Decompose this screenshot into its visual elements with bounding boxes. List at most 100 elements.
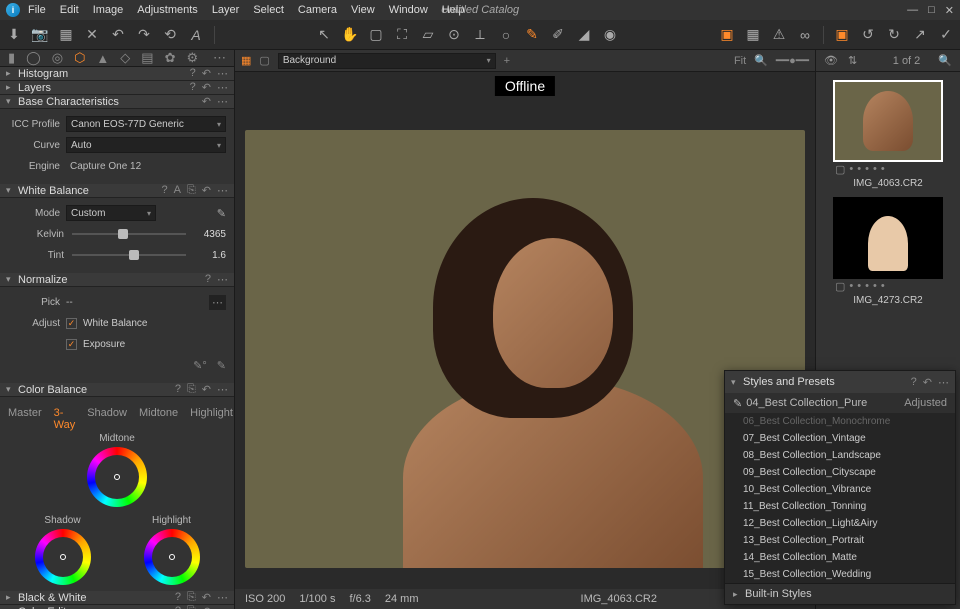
focus-mask-icon[interactable]: ∞ [797,27,813,43]
picker-save-icon[interactable]: ✎° [193,359,207,372]
reset-icon[interactable]: ↶ [202,81,211,94]
help-icon[interactable]: ? [190,67,196,80]
style-item[interactable]: 09_Best Collection_Cityscape [725,464,955,481]
curve-select[interactable]: Auto▾ [66,137,226,153]
applied-style-row[interactable]: ✎ 04_Best Collection_Pure Adjusted [725,393,955,413]
tab-color-icon[interactable]: ⬡ [74,50,85,66]
more-icon[interactable]: ⋯ [217,184,228,197]
panel-wb-header[interactable]: ▾ White Balance ?A⎘↶⋯ [0,184,234,198]
style-item[interactable]: 11_Best Collection_Tonning [725,498,955,515]
tab-exposure-icon[interactable]: ▲ [96,51,109,66]
warning-icon[interactable]: ⚠ [771,27,787,43]
cb-tab-highlight[interactable]: Highlight [190,407,233,431]
style-item[interactable]: 08_Best Collection_Landscape [725,447,955,464]
cb-tab-midtone[interactable]: Midtone [139,407,178,431]
wb-mode-select[interactable]: Custom▾ [66,205,156,221]
menu-layer[interactable]: Layer [212,4,240,16]
cb-tab-master[interactable]: Master [8,407,42,431]
help-icon[interactable]: ? [175,605,181,609]
cb-tab-3way[interactable]: 3-Way [54,407,76,431]
sort-icon[interactable]: ⇅ [848,54,857,67]
zoom-icon[interactable]: 🔍 [754,54,768,67]
more-icon[interactable]: ⋯ [217,81,228,94]
maximize-button[interactable]: □ [928,4,935,17]
zoom-slider[interactable]: ━━●━━ [776,54,809,67]
rotate-right-icon[interactable]: ↻ [886,27,902,43]
menu-window[interactable]: Window [389,4,428,16]
more-icon[interactable]: ⋯ [217,95,228,108]
reset-icon[interactable]: ↶ [202,67,211,80]
help-icon[interactable]: ? [205,273,211,286]
thumb-image[interactable] [833,80,943,162]
tab-output-icon[interactable]: ⚙ [187,50,199,66]
thumb-item[interactable]: ▢••••• IMG_4273.CR2 [833,197,943,306]
search-icon[interactable]: 🔍 [938,54,952,67]
panel-colorbalance-header[interactable]: ▾ Color Balance ?⎘↶⋯ [0,383,234,397]
single-view-icon[interactable]: ▢ [259,54,269,67]
import-icon[interactable]: ⬇ [6,27,22,43]
styles-list[interactable]: 06_Best Collection_Monochrome 07_Best Co… [725,413,955,583]
panel-histogram-header[interactable]: ▸ Histogram ?↶⋯ [0,67,234,81]
more-icon[interactable]: ⋯ [217,67,228,80]
menu-view[interactable]: View [351,4,375,16]
reset-icon[interactable]: ↶ [923,376,932,389]
style-item[interactable]: 10_Best Collection_Vibrance [725,481,955,498]
wb-checkbox[interactable]: ✓ [66,318,77,329]
more-icon[interactable]: ⋯ [217,591,228,604]
more-icon[interactable]: ⋯ [938,376,949,389]
icc-profile-select[interactable]: Canon EOS-77D Generic▾ [66,116,226,132]
tab-adjust-icon[interactable]: ▤ [141,50,153,66]
process-icon[interactable]: ✓ [938,27,954,43]
eraser-tool-icon[interactable]: ✐ [550,27,566,43]
tab-metadata-icon[interactable]: ✿ [165,50,176,66]
keystone-tool-icon[interactable]: ▱ [420,27,436,43]
reset-icon[interactable]: ↶ [202,383,211,396]
menu-image[interactable]: Image [93,4,124,16]
shape-tool-icon[interactable]: ▢ [368,27,384,43]
brush-tool-icon[interactable]: ✎ [524,27,540,43]
layer-dropdown[interactable]: Background▾ [278,53,496,69]
thumb-image[interactable] [833,197,943,279]
styles-panel-header[interactable]: ▾ Styles and Presets ?↶⋯ [725,371,955,393]
reset-icon[interactable]: ↶ [202,591,211,604]
viewer-layout-icon[interactable]: ▣ [834,27,850,43]
capture-icon[interactable]: 📷 [32,27,48,43]
minimize-button[interactable]: — [907,4,918,17]
help-icon[interactable]: ? [175,591,181,604]
more-icon[interactable]: ⋯ [217,605,228,609]
panel-bw-header[interactable]: ▸ Black & White ?⎘↶⋯ [0,591,234,605]
copy-icon[interactable]: ⎘ [187,591,196,604]
tint-slider[interactable] [72,248,186,262]
more-icon[interactable]: ⋯ [217,273,228,286]
style-item[interactable]: 12_Best Collection_Light&Airy [725,515,955,532]
add-layer-icon[interactable]: + [504,55,510,67]
kelvin-slider[interactable] [72,227,186,241]
grid-view-icon[interactable]: ▦ [241,54,251,67]
radial-tool-icon[interactable]: ◉ [602,27,618,43]
menu-file[interactable]: File [28,4,46,16]
copy-icon[interactable]: ⎘ [187,383,196,396]
panel-normalize-header[interactable]: ▾ Normalize ?⋯ [0,273,234,287]
style-item[interactable]: 13_Best Collection_Portrait [725,532,955,549]
help-icon[interactable]: ? [911,376,917,389]
tab-capture-icon[interactable]: ◯ [26,50,41,66]
export-icon[interactable]: ↗ [912,27,928,43]
straighten-tool-icon[interactable]: ⟂ [472,27,488,43]
style-item[interactable]: 06_Best Collection_Monochrome [725,413,955,430]
reset-icon[interactable]: ↶ [202,184,211,197]
menu-select[interactable]: Select [253,4,284,16]
rotate-left-icon[interactable]: ↺ [860,27,876,43]
gradient-tool-icon[interactable]: ◢ [576,27,592,43]
help-icon[interactable]: ? [190,81,196,94]
tab-lens-icon[interactable]: ◎ [52,50,63,66]
undo-icon[interactable]: ↶ [110,27,126,43]
menu-camera[interactable]: Camera [298,4,337,16]
help-icon[interactable]: ? [162,184,168,197]
browser-icon[interactable]: ▦ [58,27,74,43]
hand-tool-icon[interactable]: ✋ [342,27,358,43]
eye-icon[interactable]: 👁 [824,54,838,67]
builtin-styles-row[interactable]: ▸ Built-in Styles [725,583,955,604]
pointer-tool-icon[interactable]: ↖ [316,27,332,43]
highlight-wheel[interactable]: Highlight [144,529,200,585]
eyedropper-icon[interactable]: ✎ [217,207,226,220]
